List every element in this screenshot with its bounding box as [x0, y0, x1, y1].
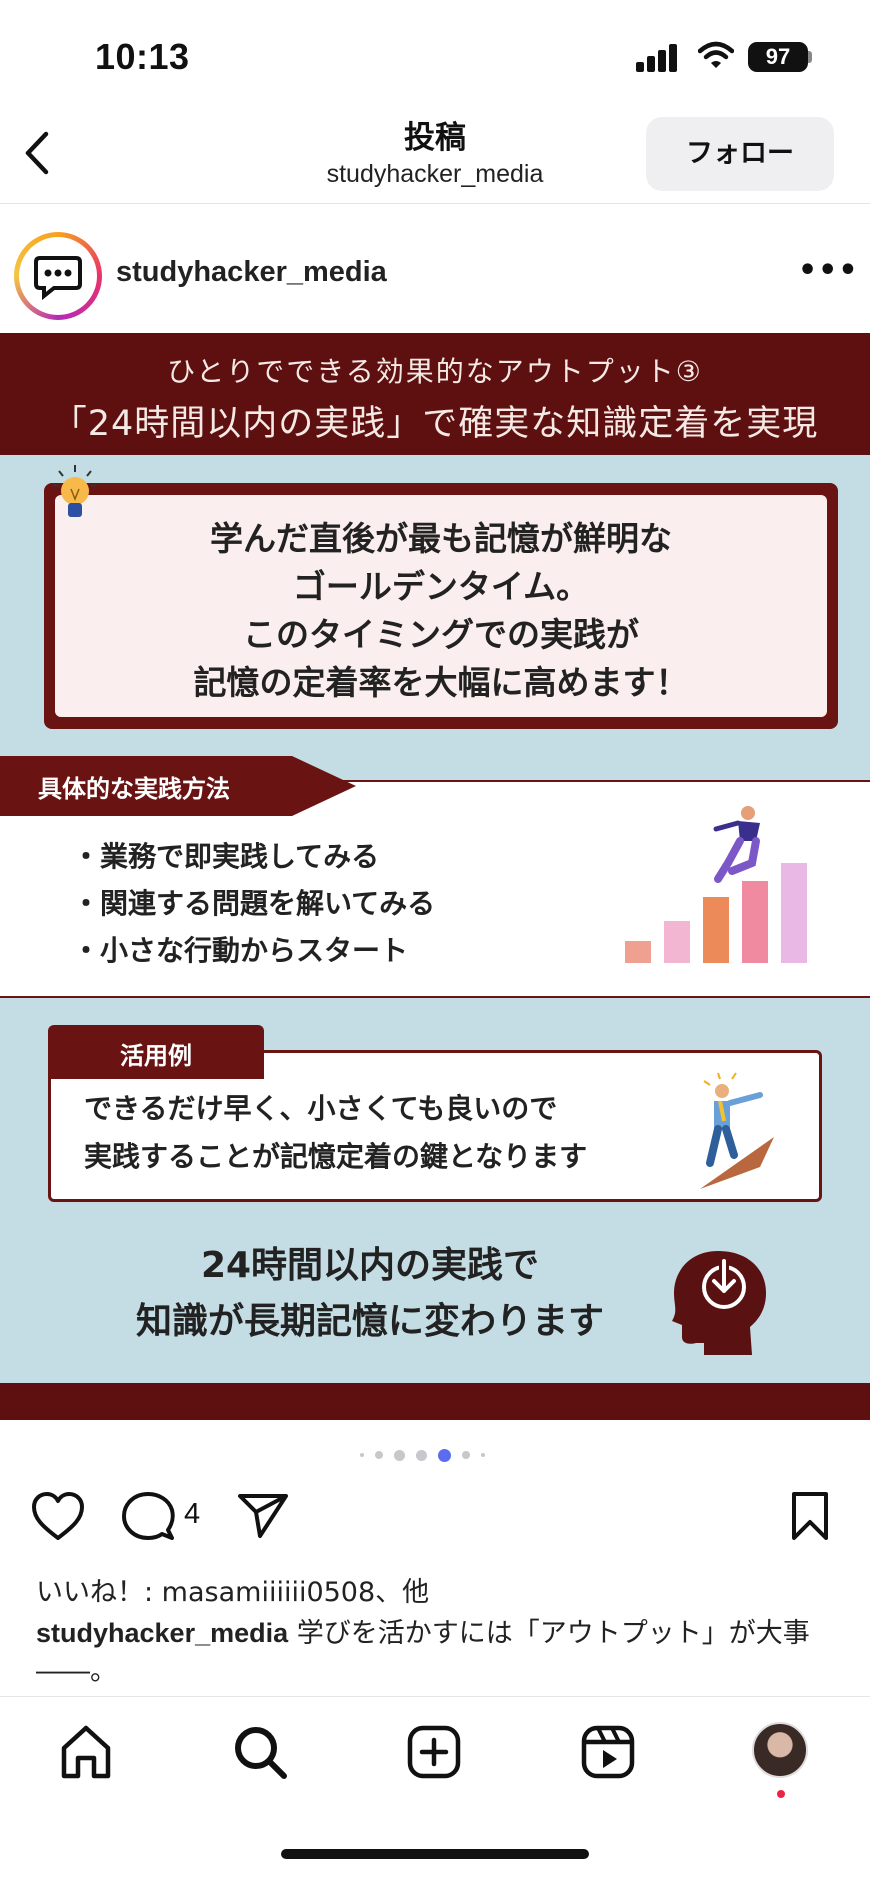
reels-icon[interactable]	[578, 1722, 638, 1782]
carousel-dot-active	[438, 1448, 451, 1462]
summary-line: 24時間以内の実践で	[200, 1245, 540, 1286]
bookmark-icon[interactable]	[788, 1490, 832, 1542]
post-username[interactable]: studyhacker_media	[116, 256, 387, 289]
example-text: できるだけ早く、小さくても良いので 実践することが記憶定着の鍵となります	[84, 1085, 587, 1181]
status-time: 10:13	[95, 36, 190, 77]
header-divider	[0, 203, 870, 204]
list-item: ・業務で即実践してみる	[72, 840, 380, 873]
summary-text: 24時間以内の実践で 知識が長期記憶に変わります	[60, 1238, 680, 1350]
list-item: ・小さな行動からスタート	[72, 934, 409, 967]
profile-tab-avatar[interactable]	[752, 1722, 808, 1778]
home-icon[interactable]	[56, 1722, 116, 1782]
more-options-icon[interactable]: •••	[798, 256, 858, 286]
success-runner-illustration	[700, 1072, 774, 1189]
carousel-dot	[481, 1453, 485, 1457]
carousel-dot	[416, 1449, 427, 1461]
chat-bubble-logo-icon	[34, 256, 82, 301]
banner-title: 「24時間以内の実践」で確実な知識定着を実現	[51, 404, 819, 444]
banner-subtitle: ひとりでできる効果的なアウトプット③	[167, 355, 703, 388]
likes-summary[interactable]: いいね！: masamiiiiii0508、他	[36, 1570, 429, 1609]
callout-text: 学んだ直後が最も記憶が鮮明な ゴールデンタイム。 このタイミングでの実践が 記憶…	[55, 515, 827, 707]
carousel-dot	[394, 1449, 405, 1461]
growth-stairs-illustration	[625, 806, 807, 963]
like-heart-icon[interactable]	[30, 1490, 86, 1542]
summary-line: 知識が長期記憶に変わります	[135, 1301, 604, 1342]
comment-count: 4	[184, 1498, 201, 1530]
caption-username[interactable]: studyhacker_media	[36, 1618, 288, 1648]
callout-line: 記憶の定着率を大幅に高めます！	[193, 663, 689, 702]
battery-tip	[808, 51, 812, 63]
comment-bubble-icon[interactable]	[120, 1490, 176, 1544]
post-caption[interactable]: studyhacker_media 学びを活かすには「アウトプット」が大事――。	[36, 1614, 836, 1691]
carousel-dot	[360, 1453, 364, 1457]
methods-title: 具体的な実践方法	[38, 775, 230, 803]
callout-line: 学んだ直後が最も記憶が鮮明な	[210, 519, 672, 558]
notification-dot	[777, 1790, 785, 1798]
carousel-dot	[375, 1451, 383, 1459]
brain-download-head-icon	[672, 1251, 766, 1355]
carousel-indicator	[360, 1448, 510, 1462]
list-item: ・関連する問題を解いてみる	[72, 887, 436, 920]
cellular-signal-icon	[636, 44, 680, 72]
example-title: 活用例	[120, 1042, 192, 1070]
create-post-icon[interactable]	[404, 1722, 464, 1782]
methods-list: ・業務で即実践してみる ・関連する問題を解いてみる ・小さな行動からスタート	[72, 833, 435, 974]
example-line: できるだけ早く、小さくても良いので	[84, 1092, 558, 1125]
post-image[interactable]: ひとりでできる効果的なアウトプット③ 「24時間以内の実践」で確実な知識定着を実…	[0, 333, 870, 1420]
share-send-icon[interactable]	[236, 1490, 290, 1540]
battery-indicator: 97	[748, 42, 808, 72]
home-indicator[interactable]	[281, 1849, 589, 1859]
callout-line: ゴールデンタイム。	[292, 567, 590, 606]
search-icon[interactable]	[230, 1722, 290, 1782]
callout-line: このタイミングでの実践が	[243, 615, 639, 654]
carousel-dot	[462, 1451, 470, 1459]
follow-button[interactable]: フォロー	[646, 117, 834, 191]
example-line: 実践することが記憶定着の鍵となります	[84, 1140, 588, 1173]
image-footer-bar	[0, 1383, 870, 1420]
wifi-icon	[698, 41, 734, 68]
